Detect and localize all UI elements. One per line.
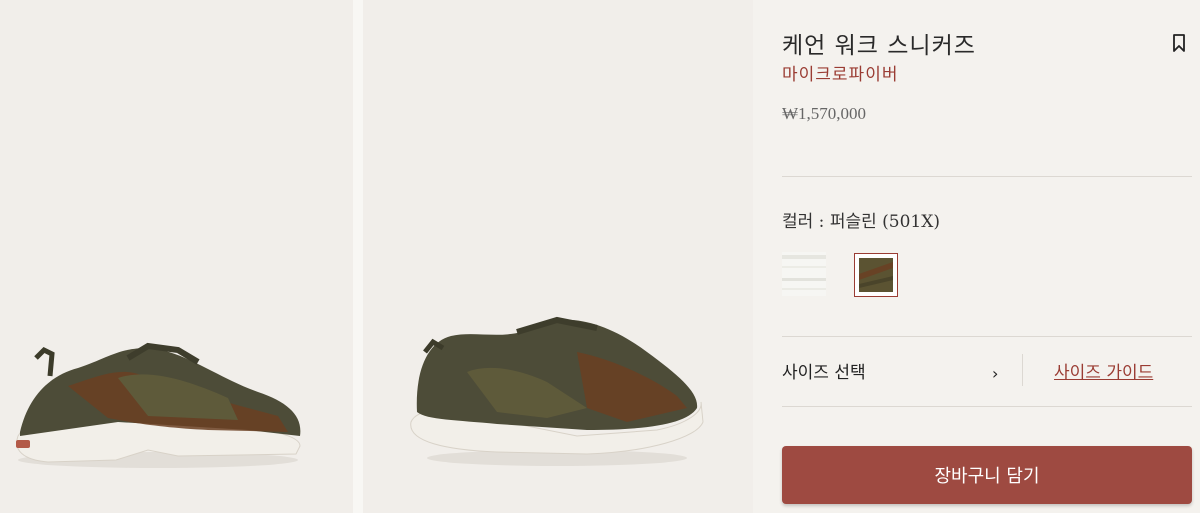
color-swatch-porcelain-selected[interactable] [854, 253, 898, 297]
olive-swatch-icon [859, 258, 893, 292]
product-material: 마이크로파이버 [782, 65, 899, 85]
color-label: 컬러 : 퍼슬린 (501X) [782, 212, 940, 232]
size-select-button[interactable]: 사이즈 선택 [782, 358, 866, 383]
chevron-right-icon[interactable]: › [992, 364, 998, 383]
divider [782, 336, 1192, 337]
sneaker-side-image [16, 342, 301, 468]
size-row: 사이즈 선택 › 사이즈 가이드 [782, 340, 1192, 406]
sneaker-angle-image [410, 316, 704, 466]
gallery-divider [353, 0, 363, 513]
size-separator [1022, 354, 1023, 386]
product-image-side[interactable] [0, 0, 353, 513]
size-guide-link[interactable]: 사이즈 가이드 [1054, 358, 1153, 383]
product-title: 케언 워크 스니커즈 [782, 33, 976, 59]
product-image-angle[interactable] [363, 0, 753, 513]
divider [782, 176, 1192, 177]
divider [782, 406, 1192, 407]
color-swatch-white[interactable] [782, 252, 826, 296]
product-info-panel: 케언 워크 스니커즈 마이크로파이버 ₩1,570,000 컬러 : 퍼슬린 (… [782, 0, 1192, 513]
add-to-cart-button[interactable]: 장바구니 담기 [782, 446, 1192, 504]
bookmark-icon[interactable] [1172, 34, 1186, 52]
white-swatch-icon [782, 252, 826, 296]
product-price: ₩1,570,000 [782, 104, 867, 123]
